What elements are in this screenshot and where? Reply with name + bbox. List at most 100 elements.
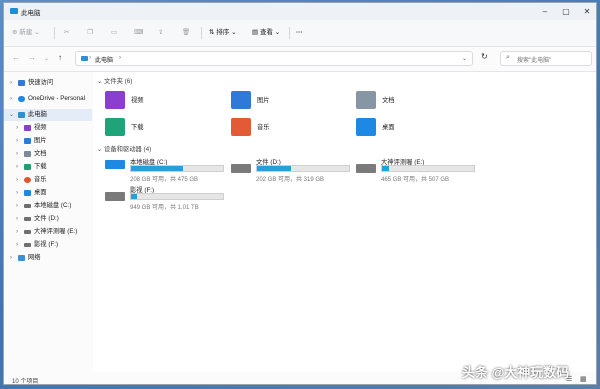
clipboard-icon: ▭ (111, 29, 118, 36)
chevron-right-icon[interactable]: › (119, 55, 121, 61)
refresh-icon[interactable]: ↻ (481, 52, 488, 61)
toolbar-divider (289, 27, 290, 39)
drive-usage-bar (381, 165, 475, 172)
drive-usage-bar (130, 165, 224, 172)
close-button[interactable]: ✕ (576, 3, 596, 20)
new-button[interactable]: ⊕ 新建 ⌄ (12, 27, 40, 39)
tiles-view-icon[interactable]: ▦ (580, 375, 587, 383)
breadcrumb[interactable]: 此电脑 (95, 55, 113, 64)
watermark: 路由器 luyouqi.com (460, 322, 585, 367)
sidebar-item-desktop[interactable]: › 桌面 (4, 187, 92, 199)
sidebar-item-quick-access[interactable]: › 快速访问 (4, 77, 92, 89)
chevron-right-icon[interactable]: › (16, 148, 18, 160)
share-button[interactable]: ⇪ (158, 27, 163, 39)
router-logo-icon (462, 324, 496, 358)
paste-button[interactable]: ▭ (111, 27, 117, 39)
rename-icon: ⌨ (134, 29, 144, 36)
chevron-down-icon: ⌄ (97, 78, 103, 85)
computer-icon (18, 112, 25, 118)
search-input[interactable]: ⌕ 搜索"此电脑" (500, 51, 592, 66)
sidebar-item-documents[interactable]: › 文档 (4, 148, 92, 160)
sidebar-item-this-pc[interactable]: ⌄ 此电脑 (4, 109, 92, 121)
drive-d[interactable]: 文件 (D:) 202 GB 可用，共 319 GB (231, 157, 356, 183)
drive-usage-bar (130, 193, 224, 200)
chevron-right-icon[interactable]: › (16, 174, 18, 186)
drive-icon (24, 204, 31, 208)
chevron-down-icon: ⌄ (231, 29, 237, 36)
drive-usage-fill (131, 194, 137, 199)
desktop-folder-icon (356, 118, 376, 136)
minimize-button[interactable]: – (534, 3, 556, 20)
address-row: ← → ⌄ ↑ › 此电脑 › ⌄ ↻ ⌕ 搜索"此电脑" (4, 47, 596, 72)
chevron-down-icon: ⌄ (274, 29, 281, 36)
chevron-down-icon[interactable]: ⌄ (9, 109, 14, 121)
network-icon (18, 255, 25, 261)
chevron-right-icon[interactable]: › (16, 122, 18, 134)
downloads-folder-icon (105, 118, 125, 136)
drives-section-header[interactable]: ⌄ 设备和驱动器 (4) (97, 144, 151, 153)
sidebar-item-drive-f[interactable]: › 影视 (F:) (4, 239, 92, 251)
recent-locations-icon[interactable]: ⌄ (44, 55, 49, 62)
drive-icon (105, 192, 125, 201)
copy-button[interactable]: ❐ (87, 27, 93, 39)
drive-icon (24, 230, 31, 234)
maximize-button[interactable]: ▢ (555, 3, 577, 20)
drive-f[interactable]: 影视 (F:) 949 GB 可用，共 1.01 TB (105, 185, 230, 211)
drive-icon (24, 243, 31, 247)
folder-videos[interactable]: 视频 (105, 91, 215, 113)
chevron-down-icon[interactable]: ⌄ (462, 55, 467, 62)
download-icon (24, 164, 31, 170)
forward-icon[interactable]: → (28, 53, 36, 62)
chevron-right-icon[interactable]: › (10, 77, 12, 89)
more-options-button[interactable]: ··· (296, 27, 303, 39)
window-title: 此电脑 (21, 10, 41, 17)
drive-e[interactable]: 大神评测喔 (E:) 465 GB 可用，共 507 GB (356, 157, 481, 183)
chevron-right-icon[interactable]: › (16, 161, 18, 173)
copy-icon: ❐ (87, 29, 93, 36)
chevron-right-icon[interactable]: › (16, 239, 18, 251)
sidebar-item-drive-e[interactable]: › 大神评测喔 (E:) (4, 226, 92, 238)
sort-button[interactable]: ⇅ 排序 ⌄ (209, 27, 237, 39)
drive-usage-fill (257, 166, 292, 171)
navigation-pane: › 快速访问 › OneDrive - Personal ⌄ 此电脑 › 视频 … (4, 72, 92, 372)
sidebar-item-network[interactable]: › 网络 (4, 252, 92, 264)
folder-documents[interactable]: 文档 (356, 91, 466, 113)
windows-drive-icon (105, 160, 125, 169)
delete-button[interactable]: 🗑 (182, 27, 190, 39)
sidebar-item-drive-d[interactable]: › 文件 (D:) (4, 213, 92, 225)
search-icon: ⌕ (506, 54, 510, 61)
chevron-down-icon: ⌄ (34, 29, 40, 36)
drive-usage-bar (256, 165, 350, 172)
back-icon[interactable]: ← (12, 53, 20, 62)
sidebar-item-drive-c[interactable]: › 本地磁盘 (C:) (4, 200, 92, 212)
chevron-right-icon[interactable]: › (10, 93, 12, 105)
chevron-right-icon[interactable]: › (16, 135, 18, 147)
sidebar-item-music[interactable]: › 音乐 (4, 174, 92, 186)
folder-pictures[interactable]: 图片 (231, 91, 341, 113)
rename-button[interactable]: ⌨ (134, 27, 143, 39)
pictures-folder-icon (24, 138, 31, 144)
address-bar[interactable]: › 此电脑 › ⌄ (75, 51, 473, 66)
drive-usage-fill (131, 166, 183, 171)
chevron-right-icon[interactable]: › (16, 200, 18, 212)
sidebar-item-videos[interactable]: › 视频 (4, 122, 92, 134)
sidebar-item-pictures[interactable]: › 图片 (4, 135, 92, 147)
folders-section-header[interactable]: ⌄ 文件夹 (6) (97, 76, 132, 85)
sidebar-item-onedrive[interactable]: › OneDrive - Personal (4, 93, 92, 105)
cut-button[interactable]: ✂ (64, 27, 69, 39)
music-icon (24, 177, 31, 183)
folder-desktop[interactable]: 桌面 (356, 118, 466, 140)
drive-c[interactable]: 本地磁盘 (C:) 208 GB 可用，共 475 GB (105, 157, 230, 183)
drive-icon (231, 164, 251, 173)
folder-music[interactable]: 音乐 (231, 118, 341, 140)
folder-downloads[interactable]: 下载 (105, 118, 215, 140)
up-icon[interactable]: ↑ (58, 53, 62, 62)
documents-folder-icon (24, 151, 31, 157)
view-button[interactable]: ▤ 查看 ⌄ (252, 27, 280, 39)
chevron-right-icon[interactable]: › (16, 213, 18, 225)
chevron-right-icon[interactable]: › (16, 226, 18, 238)
chevron-right-icon[interactable]: › (10, 252, 12, 264)
computer-icon (81, 56, 88, 61)
chevron-right-icon[interactable]: › (16, 187, 18, 199)
sidebar-item-downloads[interactable]: › 下载 (4, 161, 92, 173)
